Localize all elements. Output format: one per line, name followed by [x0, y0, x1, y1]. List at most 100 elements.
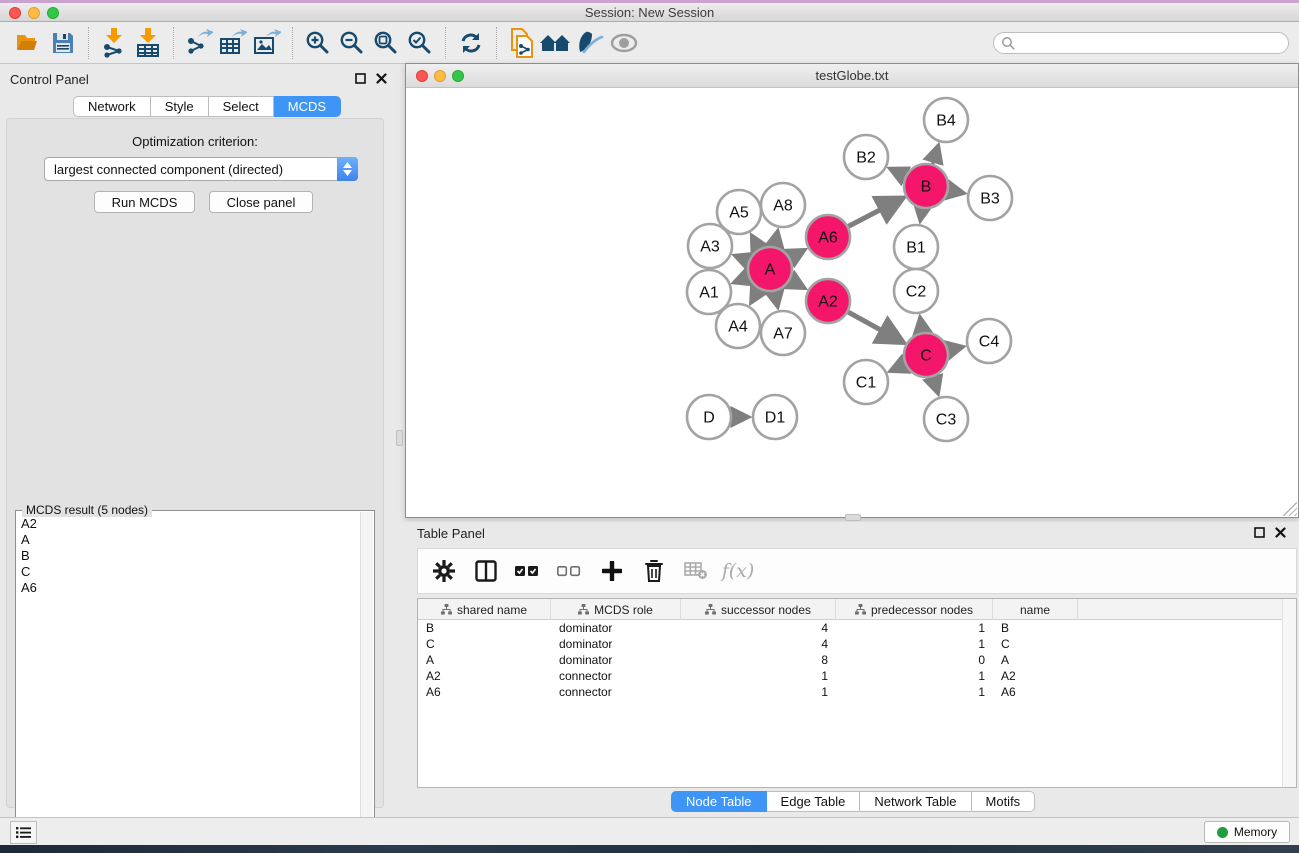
- table-row[interactable]: Cdominator41C: [418, 636, 1282, 652]
- unchecked-boxes-icon[interactable]: [554, 555, 586, 587]
- columns-icon[interactable]: [470, 555, 502, 587]
- graph-edge-A-A6[interactable]: [790, 250, 804, 258]
- tab-style[interactable]: Style: [151, 96, 209, 117]
- search-input[interactable]: [1016, 34, 1288, 52]
- gear-icon[interactable]: [428, 555, 460, 587]
- refresh-icon[interactable]: [454, 27, 488, 59]
- column-header-successor-nodes[interactable]: successor nodes: [681, 599, 836, 620]
- export-table-icon[interactable]: [216, 27, 250, 59]
- table-row[interactable]: A6connector11A6: [418, 684, 1282, 700]
- graph-edge-C-C3[interactable]: [933, 377, 938, 393]
- tab-motifs[interactable]: Motifs: [972, 791, 1036, 812]
- close-panel-button[interactable]: Close panel: [209, 191, 313, 213]
- tab-select[interactable]: Select: [209, 96, 274, 117]
- import-network-icon[interactable]: [97, 27, 131, 59]
- graph-node-C2[interactable]: C2: [894, 269, 938, 313]
- save-session-icon[interactable]: [46, 27, 80, 59]
- graph-edge-A-A3[interactable]: [735, 256, 748, 261]
- graph-edge-A6-B[interactable]: [848, 198, 902, 226]
- node-table-scrollbar[interactable]: [1282, 599, 1296, 787]
- graph-node-A2[interactable]: A2: [806, 279, 850, 323]
- graph-edge-C-C2[interactable]: [920, 318, 922, 333]
- graph-edge-C-C4[interactable]: [948, 347, 962, 350]
- graph-node-A[interactable]: A: [748, 247, 792, 291]
- mcds-result-item[interactable]: C: [21, 564, 360, 580]
- graph-node-B3[interactable]: B3: [968, 176, 1012, 220]
- horizontal-splitter-handle[interactable]: [845, 514, 861, 521]
- mcds-result-item[interactable]: A2: [21, 516, 360, 532]
- add-icon[interactable]: [596, 555, 628, 587]
- graph-node-C4[interactable]: C4: [967, 319, 1011, 363]
- table-row[interactable]: Adominator80A: [418, 652, 1282, 668]
- graph-node-D1[interactable]: D1: [753, 395, 797, 439]
- trash-icon[interactable]: [638, 555, 670, 587]
- table-row[interactable]: Bdominator41B: [418, 620, 1282, 636]
- export-network-icon[interactable]: [182, 27, 216, 59]
- column-header-predecessor-nodes[interactable]: predecessor nodes: [836, 599, 993, 620]
- graph-node-A3[interactable]: A3: [688, 224, 732, 268]
- tab-mcds[interactable]: MCDS: [274, 96, 341, 117]
- graph-edge-A-A5[interactable]: [752, 236, 759, 249]
- graph-edge-A2-C[interactable]: [848, 312, 902, 342]
- table-row[interactable]: A2connector11A2: [418, 668, 1282, 684]
- mcds-result-item[interactable]: B: [21, 548, 360, 564]
- column-header-shared-name[interactable]: shared name: [418, 599, 551, 620]
- checked-boxes-icon[interactable]: [512, 555, 544, 587]
- tab-node-table[interactable]: Node Table: [671, 791, 767, 812]
- resize-grip-icon[interactable]: [1283, 502, 1297, 516]
- network-window-titlebar[interactable]: testGlobe.txt: [406, 64, 1298, 88]
- graph-edge-B-B4[interactable]: [933, 146, 938, 164]
- clone-network-icon[interactable]: [505, 27, 539, 59]
- tab-network[interactable]: Network: [73, 96, 151, 117]
- graphics-details-eye-icon[interactable]: [607, 27, 641, 59]
- graph-node-A6[interactable]: A6: [806, 215, 850, 259]
- zoom-in-icon[interactable]: [301, 27, 335, 59]
- mcds-result-list[interactable]: A2ABCA6: [17, 514, 360, 848]
- export-image-icon[interactable]: [250, 27, 284, 59]
- tab-edge-table[interactable]: Edge Table: [767, 791, 861, 812]
- close-icon[interactable]: [376, 73, 387, 84]
- node-table[interactable]: shared nameMCDS rolesuccessor nodesprede…: [417, 598, 1297, 788]
- zoom-fit-icon[interactable]: [369, 27, 403, 59]
- vertical-splitter-handle[interactable]: [396, 430, 403, 446]
- graph-node-A7[interactable]: A7: [761, 311, 805, 355]
- graph-node-A8[interactable]: A8: [761, 183, 805, 227]
- style-brush-icon[interactable]: [573, 27, 607, 59]
- zoom-out-icon[interactable]: [335, 27, 369, 59]
- graph-edge-B-B1[interactable]: [920, 209, 922, 221]
- search-box[interactable]: [993, 32, 1289, 54]
- graph-node-B[interactable]: B: [904, 164, 948, 208]
- graph-node-B2[interactable]: B2: [844, 135, 888, 179]
- mcds-result-scrollbar[interactable]: [360, 512, 373, 848]
- mcds-result-item[interactable]: A6: [21, 580, 360, 596]
- column-header-name[interactable]: name: [993, 599, 1078, 620]
- delete-table-icon[interactable]: [680, 555, 712, 587]
- close-icon[interactable]: [1275, 527, 1286, 538]
- criterion-select[interactable]: largest connected component (directed): [44, 157, 358, 181]
- graph-node-D[interactable]: D: [687, 395, 731, 439]
- graph-node-C[interactable]: C: [904, 333, 948, 377]
- memory-button[interactable]: Memory: [1204, 821, 1290, 843]
- run-mcds-button[interactable]: Run MCDS: [94, 191, 195, 213]
- mcds-result-item[interactable]: A: [21, 532, 360, 548]
- network-graph-canvas[interactable]: B4B2BB3A8A5A6A3B1AC2A1A2A4A7C4CC1DD1C3: [406, 88, 1298, 517]
- graph-node-B4[interactable]: B4: [924, 98, 968, 142]
- cybrowser-home-icon[interactable]: [539, 27, 573, 59]
- tab-network-table[interactable]: Network Table: [860, 791, 971, 812]
- graph-node-C3[interactable]: C3: [924, 397, 968, 441]
- graph-node-B1[interactable]: B1: [894, 225, 938, 269]
- graph-node-C1[interactable]: C1: [844, 360, 888, 404]
- graph-edge-A-A8[interactable]: [775, 231, 778, 246]
- zoom-selected-icon[interactable]: [403, 27, 437, 59]
- graph-edge-A-A4[interactable]: [751, 289, 759, 302]
- float-window-icon[interactable]: [1254, 527, 1265, 538]
- graph-node-A4[interactable]: A4: [716, 304, 760, 348]
- float-window-icon[interactable]: [355, 73, 366, 84]
- column-header-mcds-role[interactable]: MCDS role: [551, 599, 681, 620]
- graph-edge-C-C1[interactable]: [891, 364, 905, 370]
- graph-edge-A-A2[interactable]: [790, 280, 804, 288]
- function-builder-icon[interactable]: f(x): [722, 555, 754, 587]
- import-table-icon[interactable]: [131, 27, 165, 59]
- graph-edge-B-B2[interactable]: [890, 169, 905, 176]
- graph-edge-A-A7[interactable]: [775, 292, 778, 307]
